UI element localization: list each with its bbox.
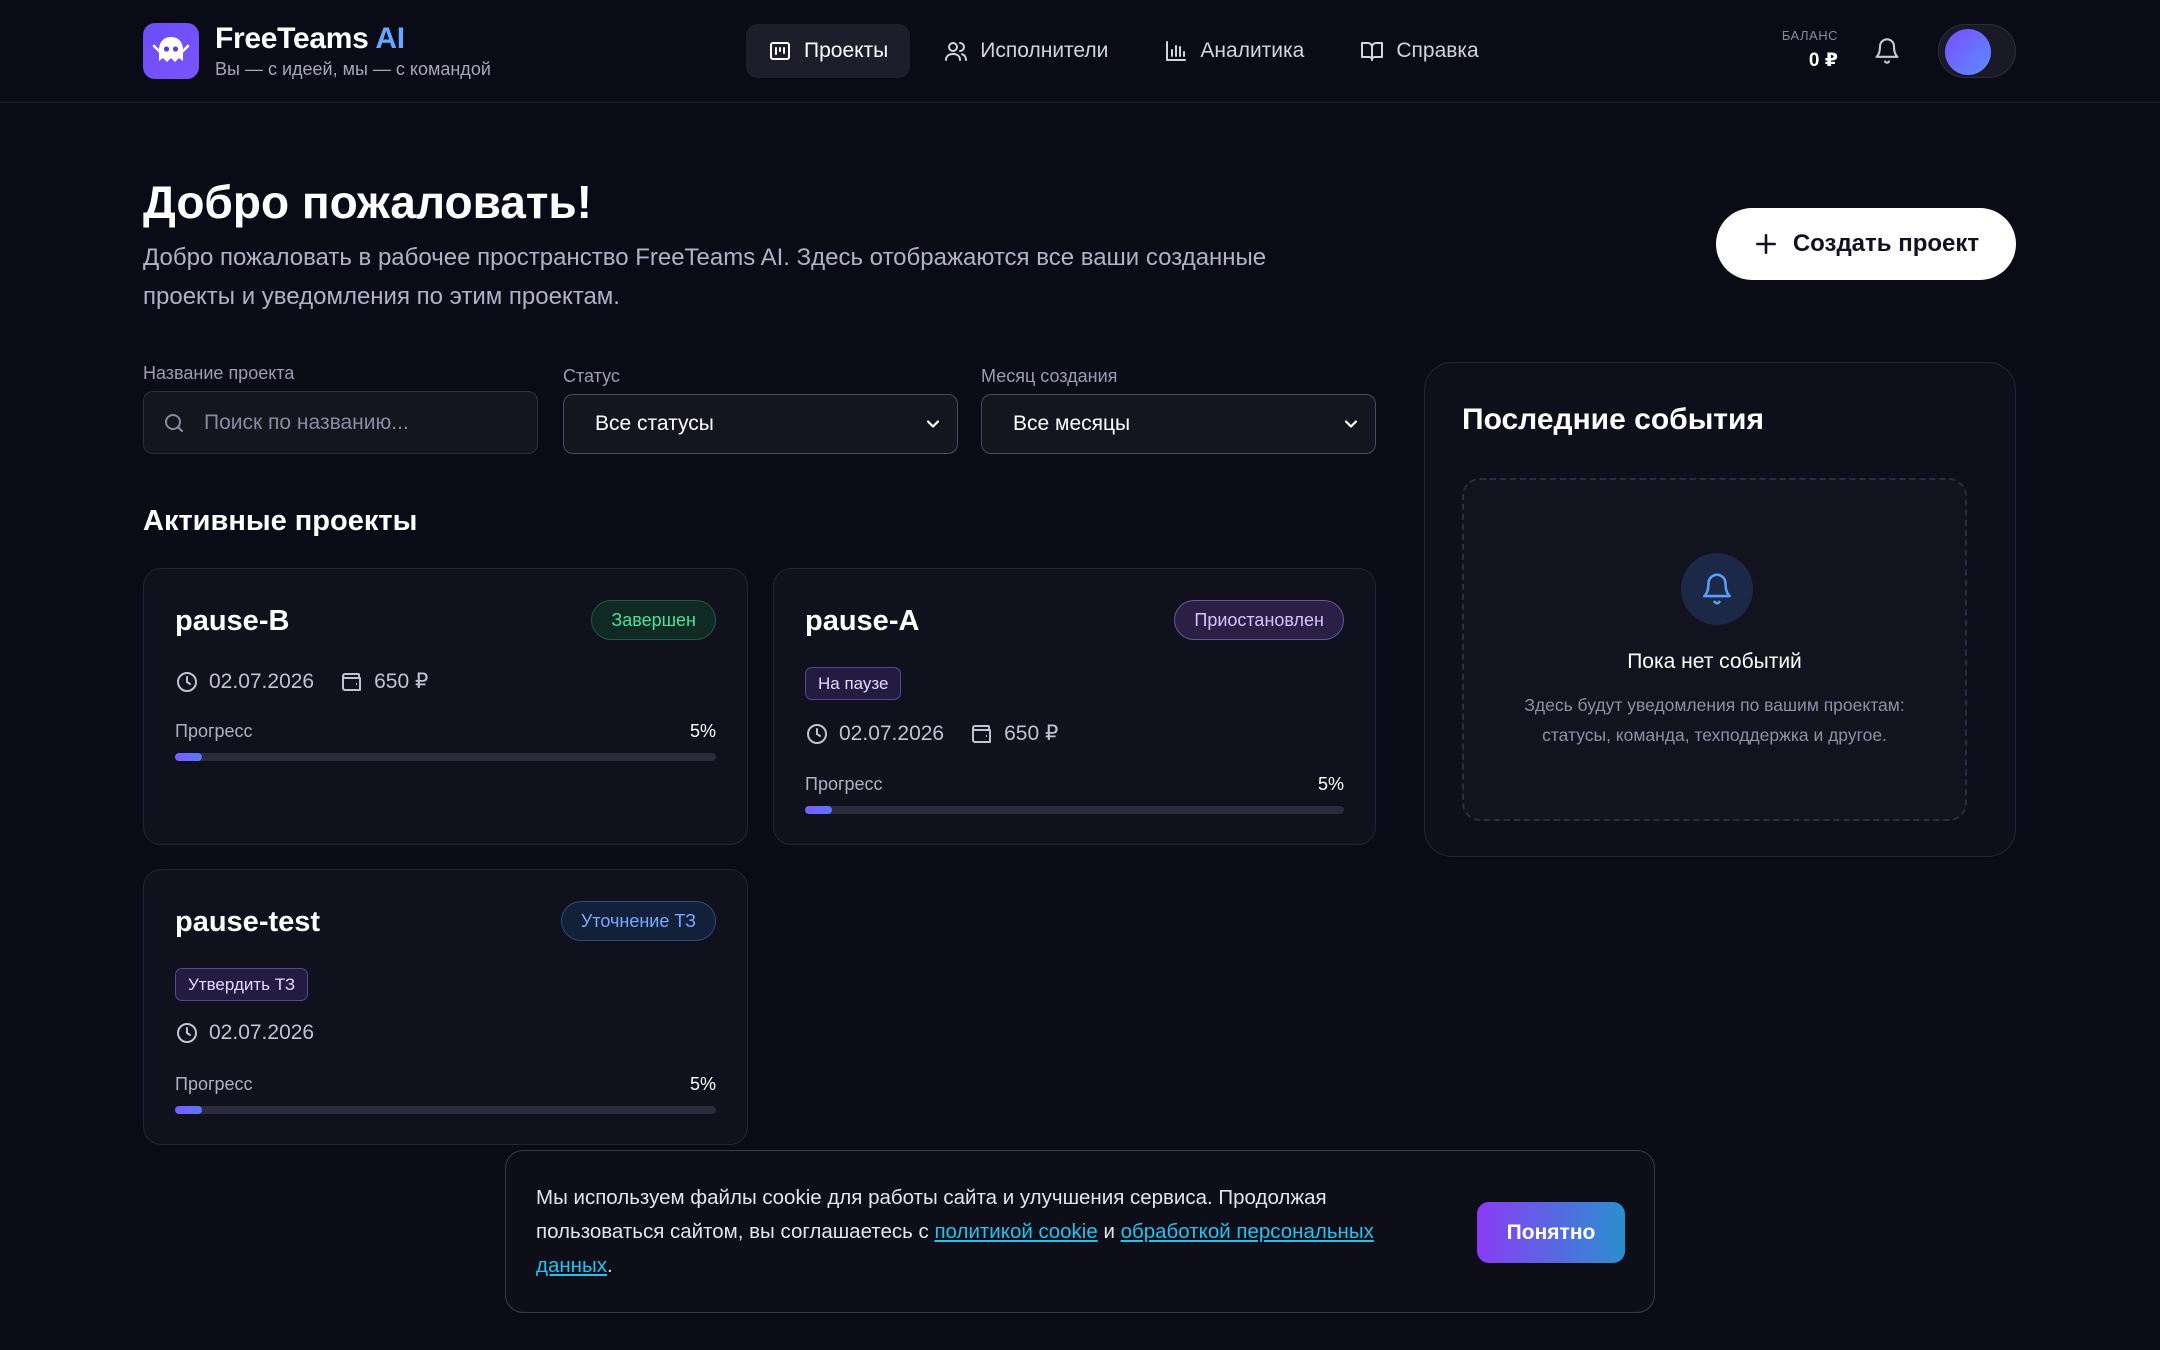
status-badge: Приостановлен xyxy=(1174,600,1344,640)
project-date: 02.07.2026 xyxy=(805,722,944,746)
project-meta: 02.07.2026 650 ₽ xyxy=(175,669,454,694)
project-price-text: 650 ₽ xyxy=(374,670,429,693)
nav-item-analytics[interactable]: Аналитика xyxy=(1142,24,1326,78)
cookie-text: Мы используем файлы cookie для работы са… xyxy=(536,1186,1374,1277)
wallet-icon xyxy=(342,672,362,691)
create-project-label: Создать проект xyxy=(1792,230,1980,257)
profile-menu[interactable] xyxy=(1938,24,2016,78)
balance[interactable]: БАЛАНС 0 ₽ xyxy=(1782,28,1838,72)
nav-item-label: Исполнители xyxy=(980,39,1109,62)
project-title: pause-test xyxy=(175,906,321,938)
progress-label: Прогресс xyxy=(175,721,253,741)
main-nav: Проекты Исполнители Аналитика Справка xyxy=(746,24,1513,78)
nav-item-label: Аналитика xyxy=(1200,39,1305,62)
progress-fill xyxy=(175,753,203,761)
progress-percent: 5% xyxy=(1317,774,1344,794)
events-empty-state: Пока нет событий Здесь будут уведомления… xyxy=(1462,478,1967,821)
status-label: Статус xyxy=(563,366,620,386)
project-price: 650 ₽ xyxy=(340,669,428,694)
project-tag: На паузе xyxy=(805,667,902,700)
ghost-logo-icon xyxy=(143,23,199,79)
avatar xyxy=(1945,29,1991,75)
status-select-value: Все статусы xyxy=(595,412,714,435)
active-projects-title: Активные проекты xyxy=(143,505,418,537)
status-select[interactable]: Все статусы xyxy=(563,394,958,454)
brand-name-ai: AI xyxy=(375,22,405,55)
project-card-pause-b[interactable]: pause-B Завершен 02.07.2026 650 ₽ Прогре… xyxy=(143,568,748,845)
project-name-label: Название проекта xyxy=(143,363,295,383)
progress-percent: 5% xyxy=(689,721,716,741)
nav-item-label: Проекты xyxy=(804,39,889,62)
progress-bar xyxy=(175,1106,716,1114)
clock-icon xyxy=(807,723,827,744)
clock-icon xyxy=(177,671,197,692)
project-price: 650 ₽ xyxy=(970,721,1058,746)
page-title: Добро пожаловать! xyxy=(143,176,592,228)
nav-item-label: Справка xyxy=(1396,39,1479,62)
project-title: pause-B xyxy=(175,605,290,637)
progress-percent: 5% xyxy=(689,1074,716,1094)
brand[interactable]: FreeTeams AI Вы — с идеей, мы — с команд… xyxy=(143,22,491,80)
project-date-text: 02.07.2026 xyxy=(209,669,315,693)
recent-events-title: Последние события xyxy=(1462,403,1764,436)
project-meta: 02.07.2026 xyxy=(175,1021,340,1045)
project-date-text: 02.07.2026 xyxy=(839,721,945,745)
bell-icon xyxy=(1681,553,1753,625)
events-empty-text: Здесь будут уведомления по вашим проекта… xyxy=(1524,695,1905,745)
project-date-text: 02.07.2026 xyxy=(209,1021,315,1044)
brand-tagline: Вы — с идеей, мы — с командой xyxy=(215,59,491,79)
progress-fill xyxy=(805,806,832,814)
search-icon xyxy=(165,413,183,432)
balance-label: БАЛАНС xyxy=(1781,28,1838,43)
status-badge: Завершен xyxy=(591,600,716,640)
cookie-banner: Мы используем файлы cookie для работы са… xyxy=(505,1150,1655,1313)
bell-icon xyxy=(1875,38,1899,64)
project-card-pause-test[interactable]: pause-test Уточнение ТЗ Утвердить ТЗ 02.… xyxy=(143,869,748,1145)
nav-item-help[interactable]: Справка xyxy=(1338,24,1500,78)
project-date: 02.07.2026 xyxy=(175,670,314,694)
project-card-pause-a[interactable]: pause-A Приостановлен На паузе 02.07.202… xyxy=(773,568,1376,845)
status-badge: Уточнение ТЗ xyxy=(560,901,716,941)
balance-value: 0 ₽ xyxy=(1808,50,1838,71)
project-tag: Утвердить ТЗ xyxy=(175,968,309,1001)
project-price-text: 650 ₽ xyxy=(1004,722,1059,745)
progress-fill xyxy=(175,1106,203,1114)
progress-label: Прогресс xyxy=(805,774,883,794)
project-meta: 02.07.2026 650 ₽ xyxy=(805,721,1084,746)
progress-bar xyxy=(175,753,716,761)
nav-item-performers[interactable]: Исполнители xyxy=(922,24,1130,78)
plus-icon xyxy=(1755,234,1776,254)
wallet-icon xyxy=(972,724,992,743)
chart-icon xyxy=(1166,41,1187,61)
progress-bar xyxy=(805,806,1344,814)
projects-icon xyxy=(770,42,790,60)
project-date: 02.07.2026 xyxy=(175,1021,314,1045)
progress-label: Прогресс xyxy=(175,1074,253,1094)
month-label: Месяц создания xyxy=(981,366,1118,386)
notifications-button[interactable] xyxy=(1870,34,1904,68)
page-description: Добро пожаловать в рабочее пространство … xyxy=(143,244,1267,310)
month-select-value: Все месяцы xyxy=(1013,412,1131,435)
recent-events-panel: Последние события Пока нет событий Здесь… xyxy=(1424,362,2016,857)
project-title: pause-A xyxy=(805,605,920,637)
top-header: FreeTeams AI Вы — с идеей, мы — с команд… xyxy=(0,0,2160,103)
chevron-down-icon xyxy=(1344,420,1358,428)
create-project-button[interactable]: Создать проект xyxy=(1716,208,2016,280)
users-icon xyxy=(945,42,968,61)
brand-name: FreeTeams AI xyxy=(215,22,405,55)
events-empty-title: Пока нет событий xyxy=(1627,650,1802,673)
month-select[interactable]: Все месяцы xyxy=(981,394,1376,454)
search-input[interactable] xyxy=(204,410,524,435)
search-field[interactable] xyxy=(143,391,538,454)
chevron-down-icon xyxy=(926,420,940,428)
clock-icon xyxy=(177,1023,197,1043)
book-icon xyxy=(1361,42,1384,61)
cookie-policy-link[interactable]: политикой cookie xyxy=(934,1220,1097,1243)
nav-item-projects[interactable]: Проекты xyxy=(746,24,911,78)
cookie-accept-button[interactable]: Понятно xyxy=(1477,1202,1625,1263)
